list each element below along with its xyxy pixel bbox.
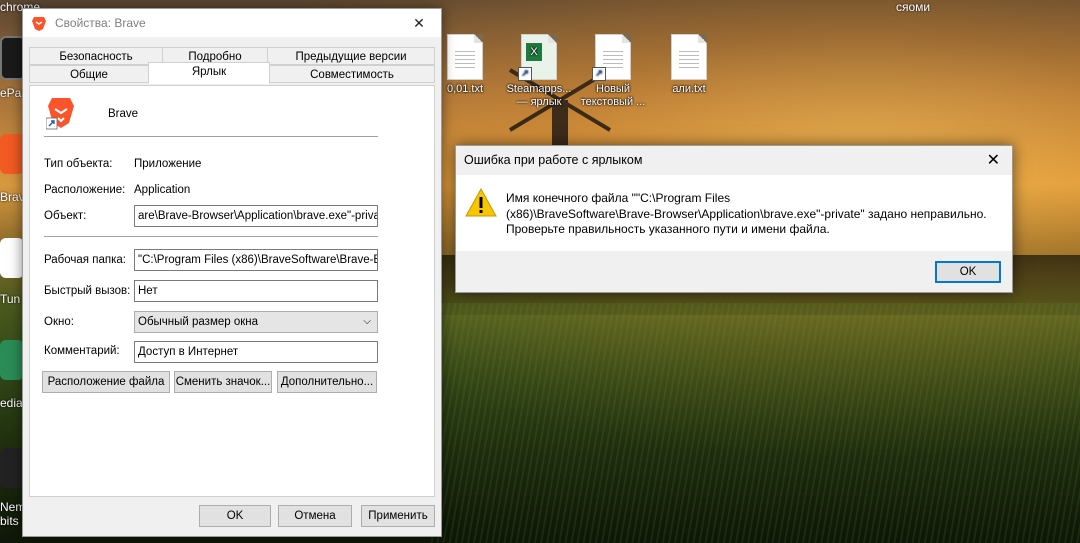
error-title: Ошибка при работе с ярлыком <box>464 153 643 167</box>
app-name: Brave <box>108 108 139 120</box>
icon-label-line2: текстовый ... <box>580 96 646 108</box>
properties-title: Свойства: Brave <box>55 16 146 30</box>
cancel-button[interactable]: Отмена <box>278 505 352 527</box>
icon-label: Новый <box>596 83 630 95</box>
icon-label: али.txt <box>672 83 706 95</box>
error-message-line3: Проверьте правильность указанного пути и… <box>506 222 830 236</box>
text-file-icon: ↗ <box>592 34 631 81</box>
window-select[interactable]: Обычный размер окна ⌵ <box>134 311 378 333</box>
type-label: Тип объекта: <box>44 158 113 170</box>
advanced-button[interactable]: Дополнительно... <box>277 371 377 393</box>
comment-field[interactable]: Доступ в Интернет <box>134 341 378 363</box>
edge-label-bits: bits <box>0 514 19 528</box>
workdir-label: Рабочая папка: <box>44 254 126 266</box>
comment-label: Комментарий: <box>44 345 120 357</box>
error-ok-button[interactable]: OK <box>935 261 1001 283</box>
hotkey-field[interactable]: Нет <box>134 280 378 302</box>
apply-button[interactable]: Применить <box>361 505 435 527</box>
tab-compatibility[interactable]: Совместимость <box>269 65 435 83</box>
itunes-icon[interactable] <box>0 238 24 278</box>
change-icon-button[interactable]: Сменить значок... <box>174 371 272 393</box>
brave-lion-icon <box>32 17 46 31</box>
properties-titlebar[interactable]: Свойства: Brave ✕ <box>23 9 441 37</box>
grass-field <box>430 303 1080 543</box>
shortcut-arrow-icon: ↗ <box>592 67 606 81</box>
brave-desktop-icon[interactable] <box>0 134 24 174</box>
icon-label: Steamapps... <box>506 83 572 95</box>
chevron-down-icon: ⌵ <box>363 316 371 327</box>
type-value: Приложение <box>134 158 202 170</box>
shortcut-panel: Brave Тип объекта: Приложение Расположен… <box>29 85 435 497</box>
desktop-icon-new-text[interactable]: ↗ Новый текстовый ... <box>574 34 652 109</box>
properties-dialog: Свойства: Brave ✕ Безопасность Подробно … <box>22 8 442 537</box>
desktop-icon-steamapps[interactable]: X ↗ Steamapps... — ярлык <box>500 34 578 109</box>
excel-file-icon: X ↗ <box>518 34 557 81</box>
text-file-icon <box>447 34 483 80</box>
location-label: Расположение: <box>44 184 126 196</box>
window-select-value: Обычный размер окна <box>138 316 259 328</box>
shortcut-arrow-icon: ↗ <box>518 67 532 81</box>
desktop-label-top-right: сяоми <box>896 0 931 14</box>
media-download-icon[interactable] <box>0 340 24 380</box>
edge-label-media: edia <box>0 396 23 410</box>
hotkey-label: Быстрый вызов: <box>44 285 131 297</box>
error-body: Имя конечного файла ""C:\Program Files (… <box>456 175 1012 251</box>
close-icon[interactable]: ✕ <box>397 9 441 37</box>
workdir-field[interactable]: "C:\Program Files (x86)\BraveSoftware\Br… <box>134 249 378 271</box>
tab-shortcut[interactable]: Ярлык <box>148 62 270 84</box>
error-message: Имя конечного файла ""C:\Program Files (… <box>506 191 996 238</box>
error-dialog: Ошибка при работе с ярлыком ✕ Имя конечн… <box>455 145 1013 293</box>
clapperboard-icon[interactable] <box>0 448 24 488</box>
error-message-line2: (x86)\BraveSoftware\Brave-Browser\Applic… <box>506 206 987 221</box>
edge-label-brave: Brav <box>0 190 25 204</box>
separator <box>44 236 378 237</box>
separator <box>44 136 378 137</box>
text-file-icon <box>671 34 707 80</box>
target-field[interactable]: are\Brave-Browser\Application\brave.exe"… <box>134 205 378 227</box>
location-value: Application <box>134 184 191 196</box>
open-file-location-button[interactable]: Расположение файла <box>42 371 170 393</box>
ok-button[interactable]: OK <box>199 505 271 527</box>
brave-app-icon <box>46 98 74 130</box>
tab-previous-versions[interactable]: Предыдущие версии <box>267 47 435 65</box>
tab-general[interactable]: Общие <box>29 65 149 83</box>
warning-icon <box>465 187 497 217</box>
target-label: Объект: <box>44 210 87 222</box>
icon-label-line2: — ярлык <box>516 96 562 108</box>
edge-label-itunes: Tun <box>0 292 21 306</box>
close-icon[interactable]: ✕ <box>987 150 1000 170</box>
error-message-line1: Имя конечного файла ""C:\Program Files <box>506 191 731 205</box>
desktop-icon-ali-txt[interactable]: али.txt <box>650 34 728 96</box>
window-label: Окно: <box>44 316 74 328</box>
tab-security[interactable]: Безопасность <box>29 47 163 65</box>
